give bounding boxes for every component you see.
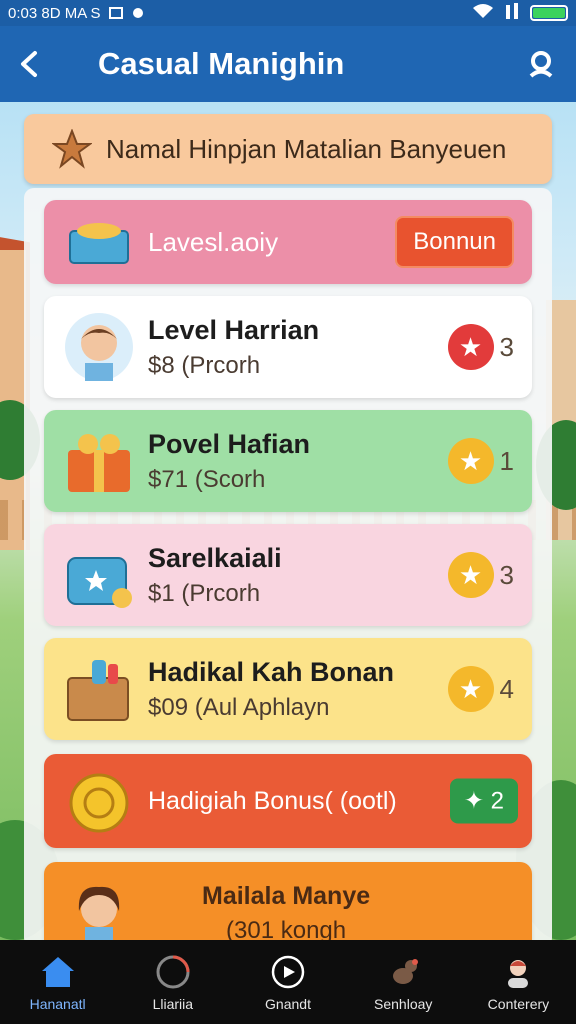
message-icon bbox=[108, 6, 123, 20]
chest-icon bbox=[56, 532, 142, 618]
list-item[interactable]: Hadikal Kah Bonan $09 (Aul Aphlayn ★ 4 bbox=[44, 638, 532, 740]
tab-pet[interactable]: Senhloay bbox=[346, 940, 461, 1024]
app-bar: Casual Manighin bbox=[0, 26, 576, 102]
bottom-navigation: Hananatl Lliariia Gnandt Senhloay Conter… bbox=[0, 940, 576, 1024]
notification-icon bbox=[131, 6, 145, 20]
item-count: 3 bbox=[499, 559, 514, 590]
reward-list: Lavesl.aoiy Bonnun Level Harrian $8 (Prc… bbox=[24, 188, 552, 948]
chart-icon bbox=[153, 952, 193, 992]
tab-label: Hananatl bbox=[29, 996, 86, 1012]
item-subtitle: $09 (Aul Aphlayn bbox=[148, 693, 330, 721]
item-title: Sarelkaiali bbox=[148, 542, 282, 573]
item-subtitle: $8 (Prcorh bbox=[148, 351, 261, 379]
star-icon: ★ bbox=[447, 438, 494, 484]
tab-label: Gnandt bbox=[265, 996, 311, 1012]
item-count: 1 bbox=[499, 445, 514, 476]
profile-icon bbox=[498, 952, 538, 992]
basket-icon bbox=[56, 199, 142, 285]
item-title: Povel Hafian bbox=[148, 428, 311, 459]
status-time: 0:03 8D MA S bbox=[8, 4, 101, 22]
tab-label: Lliariia bbox=[152, 996, 194, 1012]
promo-banner[interactable]: Namal Hinpjan Matalian Banyeuen bbox=[24, 114, 552, 184]
item-count: 4 bbox=[499, 673, 514, 704]
wifi-icon bbox=[472, 3, 494, 23]
tab-play[interactable]: Gnandt bbox=[230, 940, 345, 1024]
back-icon bbox=[21, 51, 37, 77]
star-icon: ★ bbox=[447, 666, 494, 712]
tab-profile[interactable]: Conterery bbox=[461, 940, 576, 1024]
signal-icon bbox=[504, 3, 520, 23]
pet-icon bbox=[383, 952, 423, 992]
list-item[interactable]: Lavesl.aoiy Bonnun bbox=[44, 200, 532, 284]
battery-icon bbox=[530, 5, 568, 21]
search-icon bbox=[529, 51, 553, 78]
list-item[interactable]: Mailala Manye (301 kongh bbox=[44, 862, 532, 948]
play-icon bbox=[268, 952, 308, 992]
item-count: 3 bbox=[499, 331, 514, 362]
crate-icon bbox=[56, 646, 142, 732]
status-bar: 0:03 8D MA S bbox=[0, 0, 576, 26]
item-subtitle: $1 (Prcorh bbox=[148, 579, 261, 607]
bonus-count-pill[interactable]: ✦ 2 bbox=[449, 778, 518, 824]
avatar bbox=[56, 304, 142, 390]
banner-text: Namal Hinpjan Matalian Banyeuen bbox=[106, 133, 507, 164]
item-title: Lavesl.aoiy bbox=[148, 226, 279, 257]
home-icon bbox=[38, 952, 78, 992]
coin-icon bbox=[56, 758, 142, 844]
tab-home[interactable]: Hananatl bbox=[0, 940, 115, 1024]
gift-box-icon bbox=[56, 418, 142, 504]
list-item[interactable]: Hadigiah Bonus( (ootl) ✦ 2 bbox=[44, 754, 532, 848]
tab-label: Senhloay bbox=[374, 996, 433, 1012]
star-icon: ★ bbox=[447, 552, 494, 598]
star-icon bbox=[52, 129, 92, 169]
back-button[interactable] bbox=[0, 26, 60, 102]
item-title: Level Harrian bbox=[148, 314, 320, 345]
tab-stats[interactable]: Lliariia bbox=[115, 940, 230, 1024]
list-item[interactable]: Sarelkaiali $1 (Prcorh ★ 3 bbox=[44, 524, 532, 626]
page-title: Casual Manighin bbox=[98, 46, 345, 81]
search-button[interactable] bbox=[506, 26, 576, 102]
list-item[interactable]: Level Harrian $8 (Prcorh ★ 3 bbox=[44, 296, 532, 398]
item-subtitle: $71 (Scorh bbox=[148, 465, 266, 493]
item-title: Mailala Manye bbox=[202, 881, 371, 910]
list-item[interactable]: Povel Hafian $71 (Scorh ★ 1 bbox=[44, 410, 532, 512]
item-title: Hadikal Kah Bonan bbox=[148, 656, 395, 687]
bonus-button[interactable]: Bonnun bbox=[395, 216, 514, 268]
star-icon: ★ bbox=[447, 324, 494, 370]
item-title: Hadigiah Bonus( (ootl) bbox=[148, 786, 397, 815]
avatar bbox=[56, 870, 142, 948]
tab-label: Conterery bbox=[487, 996, 550, 1012]
